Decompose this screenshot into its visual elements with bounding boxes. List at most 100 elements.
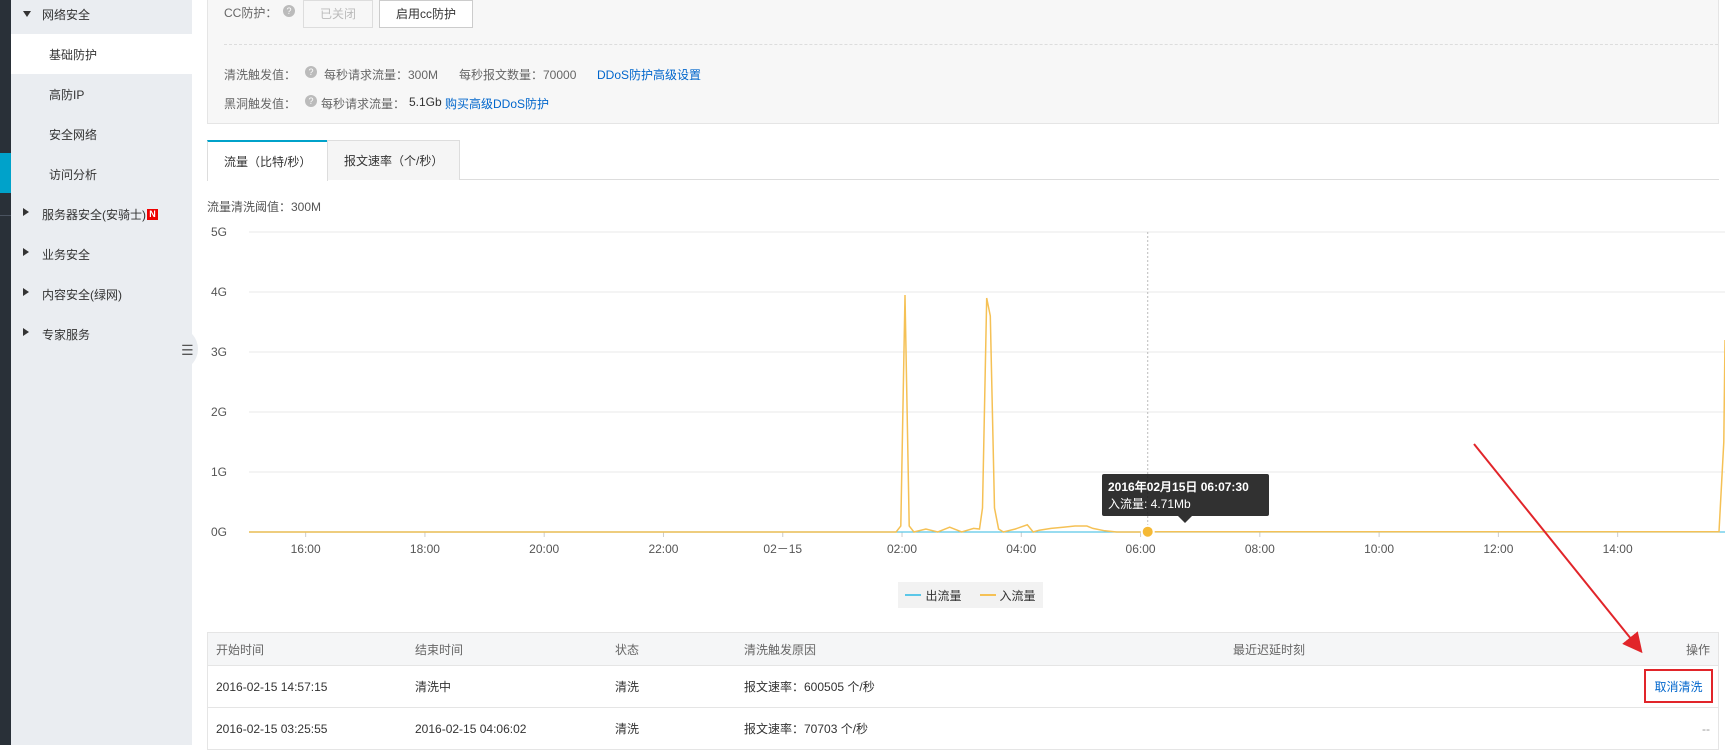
column-header: 状态 [615,642,640,657]
ddos-advanced-settings-link[interactable]: DDoS防护高级设置 [597,66,701,83]
sidebar-group-network-security[interactable]: 网络安全 [11,0,192,34]
new-badge: N [147,208,158,220]
cell-start-time: 2016-02-15 14:57:15 [216,679,328,694]
chart-legend: 出流量 入流量 [898,582,1043,608]
blackhole-request-value: 5.1Gb [409,95,442,109]
sidebar-group-label: 内容安全(绿网) [42,287,122,302]
table-row: 2016-02-15 03:25:55 2016-02-15 04:06:02 … [207,708,1719,750]
cleaning-records-table: 开始时间 结束时间 状态 清洗触发原因 最近迟延时刻 操作 2016-02-15… [207,632,1719,750]
cancel-cleaning-button[interactable]: 取消清洗 [1644,669,1713,703]
blackhole-trigger-label: 黑洞触发值： [224,97,297,111]
y-tick-label: 2G [211,405,227,419]
sidebar-item-label: 基础防护 [49,47,98,62]
left-nav-active-marker [0,153,11,193]
legend-swatch [979,594,996,596]
cell-reason: 报文速率：70703 个/秒 [744,722,869,736]
cell-end-time: 2016-02-15 04:06:02 [415,721,527,736]
hover-point[interactable] [1140,524,1155,539]
x-tick-label: 18:00 [410,542,440,556]
cell-status: 清洗 [615,722,640,736]
chevron-right-icon [23,328,29,336]
protection-settings-panel: CC防护： ? 已关闭 启用cc防护 清洗触发值： ? 每秒请求流量：300M … [207,0,1719,124]
x-tick-label: 02－15 [763,542,802,556]
cc-off-button[interactable]: 已关闭 [303,0,374,28]
column-header: 最近迟延时刻 [1233,642,1306,657]
cell-status: 清洗 [615,680,640,694]
blackhole-request-label: 每秒请求流量： [321,97,406,111]
legend-item-outbound[interactable]: 出流量 [905,587,962,604]
sidebar-group-label: 专家服务 [42,327,91,342]
legend-label: 入流量 [999,588,1036,603]
sidebar-group-content-security[interactable]: 内容安全(绿网) [11,274,192,314]
sidebar-item-label: 访问分析 [49,167,98,182]
sidebar-group-label: 业务安全 [42,247,91,262]
buy-advanced-ddos-link[interactable]: 购买高级DDoS防护 [445,95,549,112]
left-nav-strip [0,0,11,745]
x-tick-label: 14:00 [1603,542,1633,556]
series-line-inbound [249,294,1725,533]
x-tick-label: 22:00 [648,542,678,556]
sidebar-item-basic-protection[interactable]: 基础防护 [11,34,192,74]
legend-label: 出流量 [925,588,962,603]
divider [224,44,1718,45]
clean-trigger-label: 清洗触发值： [224,68,297,82]
column-header: 开始时间 [216,642,265,657]
sidebar: 网络安全 基础防护 高防IP 安全网络 访问分析 服务器安全(安骑士) N 业务… [11,0,192,745]
sidebar-group-label: 网络安全 [42,7,91,22]
help-icon[interactable]: ? [305,95,317,107]
help-icon[interactable]: ? [305,66,317,78]
sidebar-group-expert-service[interactable]: 专家服务 [11,314,192,354]
sidebar-group-server-security[interactable]: 服务器安全(安骑士) N [11,194,192,234]
chevron-right-icon [23,288,29,296]
chart-tooltip: 2016年02月15日 06:07:30 入流量: 4.71Mb [1102,474,1269,523]
chart-tabs: 流量（比特/秒） 报文速率（个/秒） [207,140,1719,181]
tab-packet-rate[interactable]: 报文速率（个/秒） [327,140,461,180]
y-tick-label: 1G [211,465,227,479]
sidebar-item-access-analysis[interactable]: 访问分析 [11,154,192,194]
x-tick-label: 20:00 [529,542,559,556]
x-tick-label: 04:00 [1006,542,1036,556]
cc-label: CC防护： [224,6,278,20]
x-tick-label: 08:00 [1245,542,1275,556]
cell-end-time: 清洗中 [415,680,452,694]
sidebar-item-label: 安全网络 [49,127,98,142]
x-tick-label: 02:00 [887,542,917,556]
tab-traffic-bps[interactable]: 流量（比特/秒） [207,140,329,181]
list-icon: ☰ [181,342,194,358]
x-tick-label: 16:00 [291,542,321,556]
chevron-right-icon [23,248,29,256]
column-header: 结束时间 [415,642,464,657]
tooltip-value: 入流量: 4.71Mb [1108,497,1191,511]
clean-packet-rate: 每秒报文数量：70000 [459,68,577,82]
legend-item-inbound[interactable]: 入流量 [979,587,1036,604]
sidebar-group-business-security[interactable]: 业务安全 [11,234,192,274]
sidebar-group-label: 服务器安全(安骑士) [42,207,146,222]
x-tick-label: 12:00 [1483,542,1513,556]
cell-action-none: -- [1702,721,1710,736]
y-tick-label: 0G [211,525,227,539]
sidebar-item-label: 高防IP [49,87,85,102]
x-tick-label: 06:00 [1126,542,1156,556]
chevron-down-icon [23,11,31,17]
clean-request-rate: 每秒请求流量：300M [324,68,439,82]
legend-swatch [905,594,922,596]
sidebar-item-high-defense-ip[interactable]: 高防IP [11,74,192,114]
traffic-chart: 0G 1G 2G 3G 4G 5G 16:00 18:00 20:00 22:00 02－15 02:… [211,225,1725,556]
cell-reason: 报文速率：600505 个/秒 [744,680,875,694]
tooltip-time: 2016年02月15日 06:07:30 [1108,480,1249,494]
y-tick-label: 4G [211,285,227,299]
enable-cc-button[interactable]: 启用cc防护 [379,0,474,28]
y-tick-label: 3G [211,345,227,359]
table-row: 2016-02-15 14:57:15 清洗中 清洗 报文速率：600505 个… [207,666,1719,708]
sidebar-item-secure-network[interactable]: 安全网络 [11,114,192,154]
y-tick-label: 5G [211,225,227,239]
help-icon[interactable]: ? [283,5,295,17]
column-header: 清洗触发原因 [744,642,817,657]
chevron-right-icon [23,208,29,216]
left-nav-divider [0,215,11,216]
table-header: 开始时间 结束时间 状态 清洗触发原因 最近迟延时刻 操作 [207,632,1719,666]
column-header: 操作 [1685,642,1710,657]
cell-start-time: 2016-02-15 03:25:55 [216,721,328,736]
sidebar-collapse-handle[interactable]: ☰ [176,327,198,371]
x-tick-label: 10:00 [1364,542,1394,556]
